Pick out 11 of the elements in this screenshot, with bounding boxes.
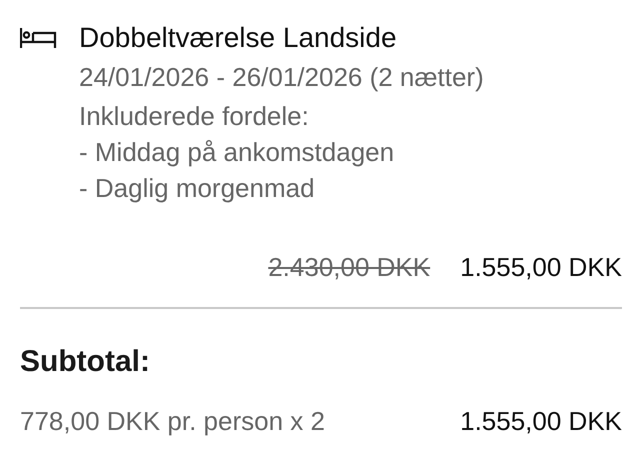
room-name: Dobbeltværelse Landside [79,21,398,55]
bed-icon [20,28,57,48]
benefits-title: Inkluderede fordele: [79,100,310,133]
current-price: 1.555,00 DKK [460,251,622,284]
stay-dates: 24/01/2026 - 26/01/2026 (2 nætter) [79,61,484,94]
original-price: 2.430,00 DKK [268,251,430,284]
benefit-item: - Middag på ankomstdagen [79,136,396,169]
per-person-price: 778,00 DKK pr. person x 2 [20,405,325,438]
subtotal-amount: 1.555,00 DKK [460,405,622,438]
subtotal-label: Subtotal: [20,344,151,380]
benefit-item: - Daglig morgenmad [79,172,316,205]
